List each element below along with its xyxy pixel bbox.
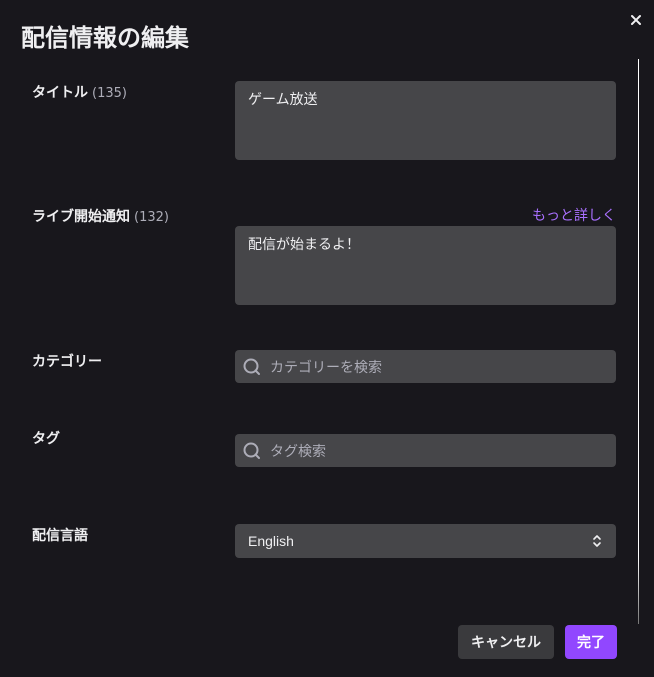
notification-input-value: 配信が始まるよ！ [248, 237, 360, 253]
cancel-button[interactable]: キャンセル [458, 625, 554, 659]
notification-input[interactable]: 配信が始まるよ！ [235, 226, 616, 305]
category-search-input[interactable]: カテゴリーを検索 [235, 350, 616, 383]
done-button[interactable]: 完了 [565, 625, 617, 659]
notification-label-text: ライブ開始通知 [32, 209, 130, 225]
dialog-title: 配信情報の編集 [21, 24, 189, 52]
tags-placeholder: タグ検索 [270, 443, 326, 460]
language-selected-value: English [248, 533, 294, 549]
scrollbar[interactable] [638, 59, 639, 624]
notification-label: ライブ開始通知 (132) [32, 206, 169, 226]
category-label: カテゴリー [32, 354, 102, 370]
title-input[interactable]: ゲーム放送 [235, 81, 616, 160]
close-button[interactable] [628, 12, 644, 28]
title-label-text: タイトル [32, 85, 88, 101]
learn-more-link[interactable]: もっと詳しく [532, 205, 616, 225]
tags-label: タグ [32, 431, 60, 447]
title-label: タイトル (135) [32, 82, 127, 102]
search-icon [243, 442, 260, 459]
notification-char-count: (132) [134, 210, 169, 225]
language-select[interactable]: English [235, 524, 616, 558]
category-placeholder: カテゴリーを検索 [270, 359, 382, 376]
language-label: 配信言語 [32, 528, 88, 544]
title-char-count: (135) [92, 86, 127, 101]
close-icon [631, 15, 641, 25]
title-input-value: ゲーム放送 [248, 92, 318, 108]
updown-chevron-icon [593, 535, 601, 547]
tags-search-input[interactable]: タグ検索 [235, 434, 616, 467]
search-icon [243, 358, 260, 375]
